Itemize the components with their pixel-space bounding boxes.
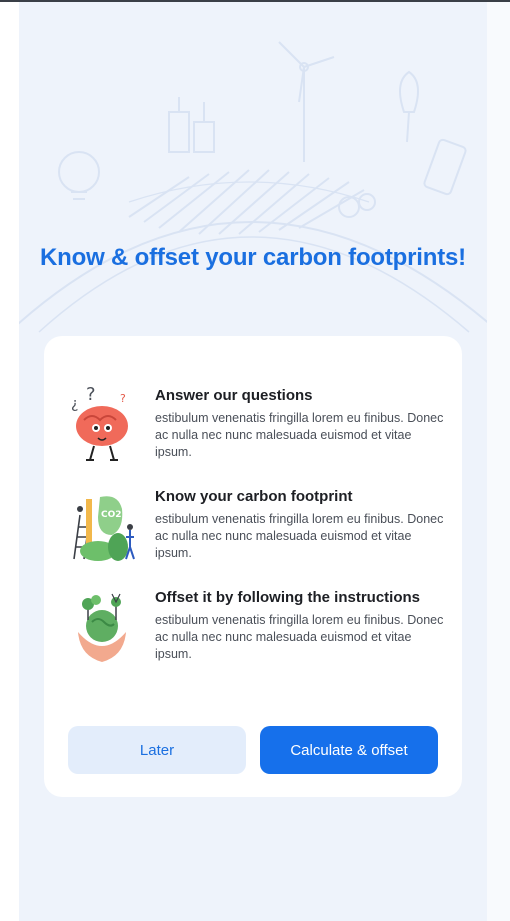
item-description: estibulum venenatis fringilla lorem eu f…: [155, 411, 444, 459]
list-item-offset-instructions: Offset it by following the instructions …: [44, 586, 462, 676]
list-item-carbon-footprint: CO2 Know your carbon footprint estibulum…: [44, 485, 462, 575]
item-title: Know your carbon footprint: [155, 488, 353, 505]
list-item-answer-questions: ? ¿ ? Answer our questions estibulum ven…: [44, 384, 462, 474]
page-title: Know & offset your carbon footprints!: [40, 244, 466, 271]
item-title: Answer our questions: [155, 387, 313, 404]
carbon-footprint-illustration-icon: CO2: [73, 496, 135, 561]
info-card: ? ¿ ? Answer our questions estibulum ven…: [44, 336, 462, 797]
item-description: estibulum venenatis fringilla lorem eu f…: [155, 512, 444, 560]
item-title: Offset it by following the instructions: [155, 589, 420, 606]
svg-text:CO2: CO2: [101, 510, 122, 520]
item-description: estibulum venenatis fringilla lorem eu f…: [155, 613, 444, 661]
earth-sketch-background: [19, 41, 487, 333]
onboarding-screen: Know & offset your carbon footprints! ? …: [19, 2, 487, 921]
svg-text:?: ?: [86, 384, 96, 405]
svg-text:¿: ¿: [71, 396, 78, 412]
calculate-offset-button[interactable]: Calculate & offset: [260, 726, 438, 774]
right-edge-strip: [487, 2, 510, 921]
later-button[interactable]: Later: [68, 726, 246, 774]
svg-text:?: ?: [120, 392, 126, 405]
earth-in-hands-illustration-icon: [78, 593, 126, 662]
brain-thinking-illustration-icon: ? ¿ ?: [71, 384, 128, 461]
